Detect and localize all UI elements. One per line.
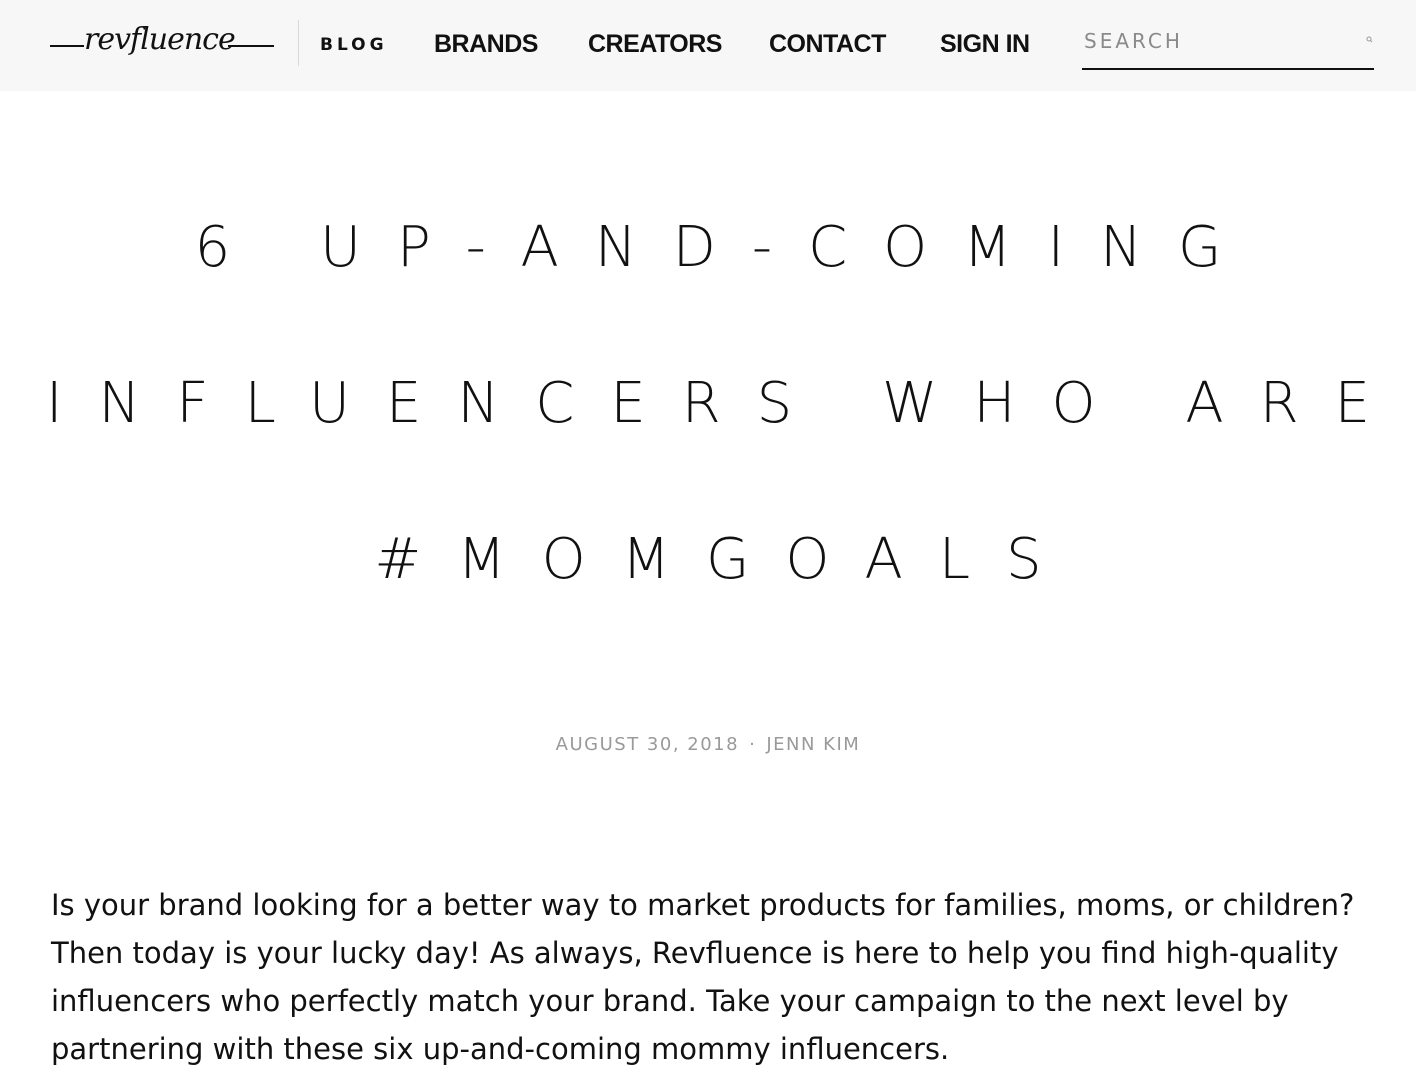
nav-contact[interactable]: CONTACT [769, 28, 886, 60]
logo-text: revfluence [84, 22, 236, 57]
post-intro-paragraph: Is your brand looking for a better way t… [51, 888, 1355, 1066]
nav-blog[interactable]: BLOG [320, 33, 388, 57]
logo-line-left [50, 45, 84, 47]
search-input[interactable] [1082, 24, 1354, 58]
search-box [1082, 20, 1374, 70]
logo-line-right [228, 45, 274, 47]
nav-sign-in[interactable]: SIGN IN [940, 28, 1030, 60]
post-title: 6 UP-AND-COMING INFLUENCERS WHO ARE #MOM… [0, 170, 1416, 638]
site-header: revfluence BLOG BRANDS CREATORS CONTACT … [0, 0, 1416, 91]
nav-brands[interactable]: BRANDS [434, 28, 538, 60]
header-divider [298, 20, 299, 66]
post-title-line: #MOMGOALS [374, 527, 1078, 592]
search-icon[interactable] [1364, 34, 1376, 46]
post-meta: AUGUST 30, 2018 · JENN KIM [0, 733, 1416, 757]
nav-creators[interactable]: CREATORS [588, 28, 722, 60]
post-author-link[interactable]: JENN KIM [766, 734, 860, 755]
post-title-line: 6 UP-AND-COMING [194, 215, 1258, 280]
revfluence-logo[interactable]: revfluence [50, 18, 276, 72]
post-title-line: INFLUENCERS WHO ARE [46, 371, 1406, 436]
meta-separator: · [749, 734, 757, 755]
post-date: AUGUST 30, 2018 [555, 734, 740, 755]
